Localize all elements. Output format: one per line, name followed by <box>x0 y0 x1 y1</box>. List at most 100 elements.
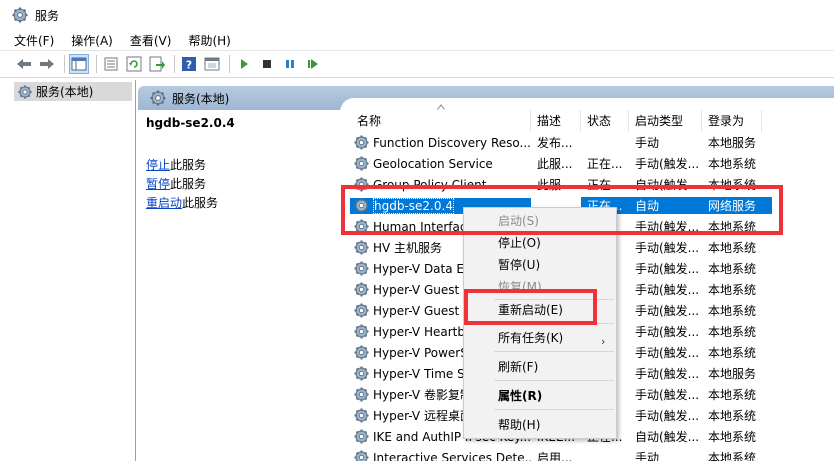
window-title: 服务 <box>35 8 60 23</box>
service-logon-as: 本地系统 <box>708 262 757 276</box>
ctx-all-tasks[interactable]: 所有任务(K) <box>498 329 563 347</box>
services-gear-icon <box>12 7 28 23</box>
service-logon-as: 本地系统 <box>708 409 757 423</box>
console-tree-icon[interactable] <box>69 54 89 74</box>
service-startup-type: 手动 <box>635 136 660 150</box>
table-row[interactable]: Geolocation Service 此服... 正在... 手动(触发... 本地系… <box>350 153 834 174</box>
column-header-name[interactable]: 名称 <box>350 110 531 132</box>
service-startup-type: 手动(触发... <box>635 157 700 171</box>
service-startup-type: 手动(触发... <box>635 304 700 318</box>
refresh-icon[interactable] <box>124 54 144 74</box>
service-startup-type: 手动(触发... <box>635 262 700 276</box>
service-startup-type: 手动(触发... <box>635 283 700 297</box>
service-logon-as: 本地系统 <box>708 346 757 360</box>
service-startup-type: 手动(触发... <box>635 367 700 381</box>
ctx-separator <box>494 409 614 410</box>
service-status: 正在... <box>587 157 623 171</box>
toolbar-separator <box>229 55 230 73</box>
service-name: Interactive Services Dete... <box>373 450 531 461</box>
service-logon-as: 本地系统 <box>708 241 757 255</box>
service-name-cell: Function Discovery Reso... <box>350 135 531 150</box>
ctx-pause[interactable]: 暂停(U) <box>498 256 540 274</box>
service-logon-as: 本地系统 <box>708 430 757 444</box>
services-gear-icon <box>150 90 166 106</box>
submenu-arrow-icon: › <box>601 335 606 348</box>
console-tree: 服务(本地) <box>12 80 136 461</box>
column-header-logon-as[interactable]: 登录为 <box>702 110 762 132</box>
service-name-cell: Geolocation Service <box>350 156 531 171</box>
service-gear-icon <box>354 366 369 381</box>
service-logon-as: 本地系统 <box>708 283 757 297</box>
forward-arrow-icon[interactable] <box>37 54 57 74</box>
ctx-help[interactable]: 帮助(H) <box>498 416 540 434</box>
tree-item-label: 服务(本地) <box>36 85 94 99</box>
properties-icon[interactable] <box>202 54 222 74</box>
back-arrow-icon[interactable] <box>14 54 34 74</box>
service-action-links: 停止此服务 暂停此服务 重启动此服务 <box>146 158 219 210</box>
menu-help[interactable]: 帮助(H) <box>188 32 230 49</box>
service-gear-icon <box>354 156 369 171</box>
service-startup-type: 手动(触发... <box>635 325 700 339</box>
column-header-description[interactable]: 描述 <box>531 110 581 132</box>
panel-header-title: 服务(本地) <box>172 91 230 106</box>
highlight-box-selected-service <box>341 185 783 235</box>
service-gear-icon <box>354 135 369 150</box>
pause-service-link[interactable]: 暂停 <box>146 177 170 191</box>
table-row[interactable]: Function Discovery Reso... 发布... 手动 本地服务 <box>350 132 834 153</box>
restart-service-icon[interactable] <box>303 54 323 74</box>
service-gear-icon <box>354 345 369 360</box>
ctx-separator <box>494 380 614 381</box>
service-gear-icon <box>354 450 369 461</box>
table-row[interactable]: Interactive Services Dete... 启用... 手动 本地系统 <box>350 447 834 461</box>
stop-service-link[interactable]: 停止 <box>146 158 170 172</box>
menu-bar: 文件(F) 操作(A) 查看(V) 帮助(H) <box>0 30 834 50</box>
service-startup-type: 手动(触发... <box>635 409 700 423</box>
stop-service-icon[interactable] <box>257 54 277 74</box>
service-name: Function Discovery Reso... <box>373 135 531 150</box>
pause-service-icon[interactable] <box>280 54 300 74</box>
service-description: 发布... <box>537 136 573 150</box>
column-header-startup-type[interactable]: 启动类型 <box>629 110 702 132</box>
start-service-icon[interactable] <box>234 54 254 74</box>
menu-view[interactable]: 查看(V) <box>130 32 172 49</box>
service-description-pane: hgdb-se2.0.4 停止此服务 暂停此服务 重启动此服务 <box>146 116 336 213</box>
tree-item-services-local[interactable]: 服务(本地) <box>14 82 132 101</box>
service-gear-icon <box>354 303 369 318</box>
service-logon-as: 本地系统 <box>708 325 757 339</box>
menu-file[interactable]: 文件(F) <box>14 32 54 49</box>
column-header-status[interactable]: 状态 <box>581 110 629 132</box>
service-gear-icon <box>354 429 369 444</box>
ctx-properties[interactable]: 属性(R) <box>498 387 542 405</box>
menu-action[interactable]: 操作(A) <box>71 32 113 49</box>
list-view-icon[interactable] <box>101 54 121 74</box>
title-bar: 服务 <box>0 0 834 30</box>
service-name-cell: Interactive Services Dete... <box>350 450 531 461</box>
service-logon-as: 本地系统 <box>708 157 757 171</box>
service-startup-type: 自动(触发... <box>635 430 700 444</box>
toolbar-separator <box>174 55 175 73</box>
export-icon[interactable] <box>147 54 167 74</box>
service-description: 此服... <box>537 157 573 171</box>
service-gear-icon <box>354 240 369 255</box>
toolbar-separator <box>96 55 97 73</box>
service-gear-icon <box>354 324 369 339</box>
sort-ascending-icon <box>437 104 445 110</box>
service-name: Geolocation Service <box>373 156 493 171</box>
service-logon-as: 本地系统 <box>708 388 757 402</box>
service-startup-type: 手动(触发... <box>635 388 700 402</box>
help-icon[interactable]: ? <box>179 54 199 74</box>
service-logon-as: 本地服务 <box>708 136 757 150</box>
ctx-refresh[interactable]: 刷新(F) <box>498 358 538 376</box>
service-name: HV 主机服务 <box>373 241 443 255</box>
service-logon-as: 本地系统 <box>708 304 757 318</box>
restart-service-link[interactable]: 重启动 <box>146 196 182 210</box>
toolbar-separator <box>64 55 65 73</box>
service-startup-type: 手动(触发... <box>635 346 700 360</box>
service-description: 启用... <box>537 451 573 461</box>
service-gear-icon <box>354 261 369 276</box>
ctx-stop[interactable]: 停止(O) <box>498 234 541 252</box>
service-gear-icon <box>354 408 369 423</box>
services-gear-icon <box>18 85 32 99</box>
svg-text:?: ? <box>186 59 192 72</box>
service-logon-as: 本地系统 <box>708 451 757 461</box>
